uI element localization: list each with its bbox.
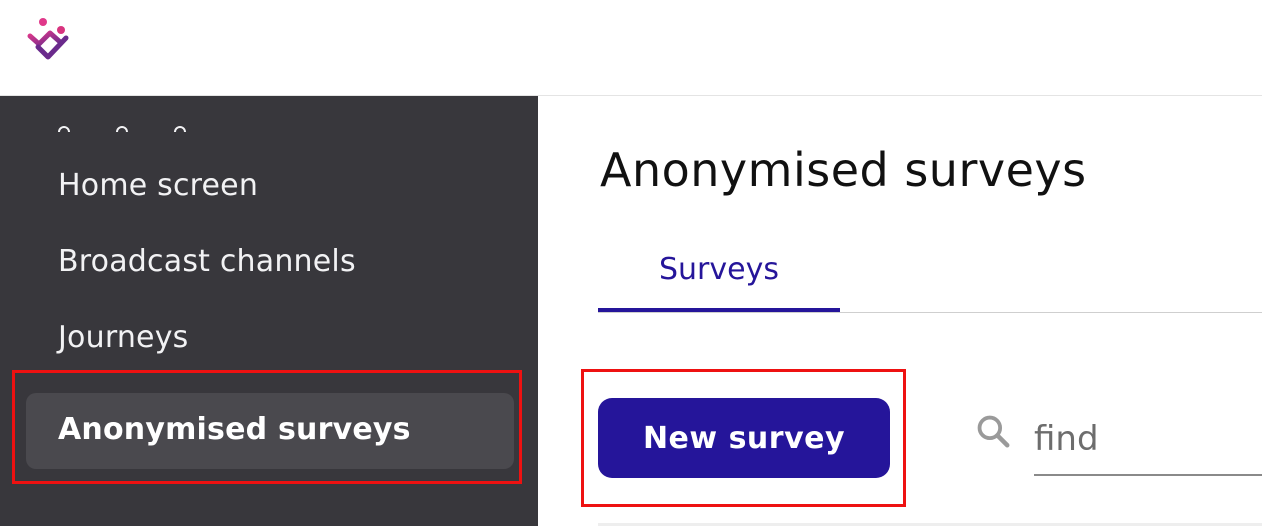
sidebar-item-broadcast-channels[interactable]: Broadcast channels bbox=[58, 244, 356, 280]
search-input[interactable] bbox=[1034, 404, 1262, 476]
page-title: Anonymised surveys bbox=[600, 143, 1087, 197]
tab-surveys[interactable]: Surveys bbox=[598, 248, 840, 308]
new-survey-button[interactable]: New survey bbox=[598, 398, 890, 478]
sidebar-item-home-screen[interactable]: Home screen bbox=[58, 168, 258, 204]
top-bar bbox=[0, 0, 1262, 96]
highlight-box-sidebar bbox=[12, 370, 522, 484]
search-icon bbox=[977, 415, 1010, 448]
app-logo-icon[interactable] bbox=[24, 14, 76, 66]
sidebar-item-journeys[interactable]: Journeys bbox=[58, 320, 188, 356]
sidebar-scroll-overflow bbox=[58, 122, 398, 132]
tabs-divider bbox=[598, 312, 1262, 313]
